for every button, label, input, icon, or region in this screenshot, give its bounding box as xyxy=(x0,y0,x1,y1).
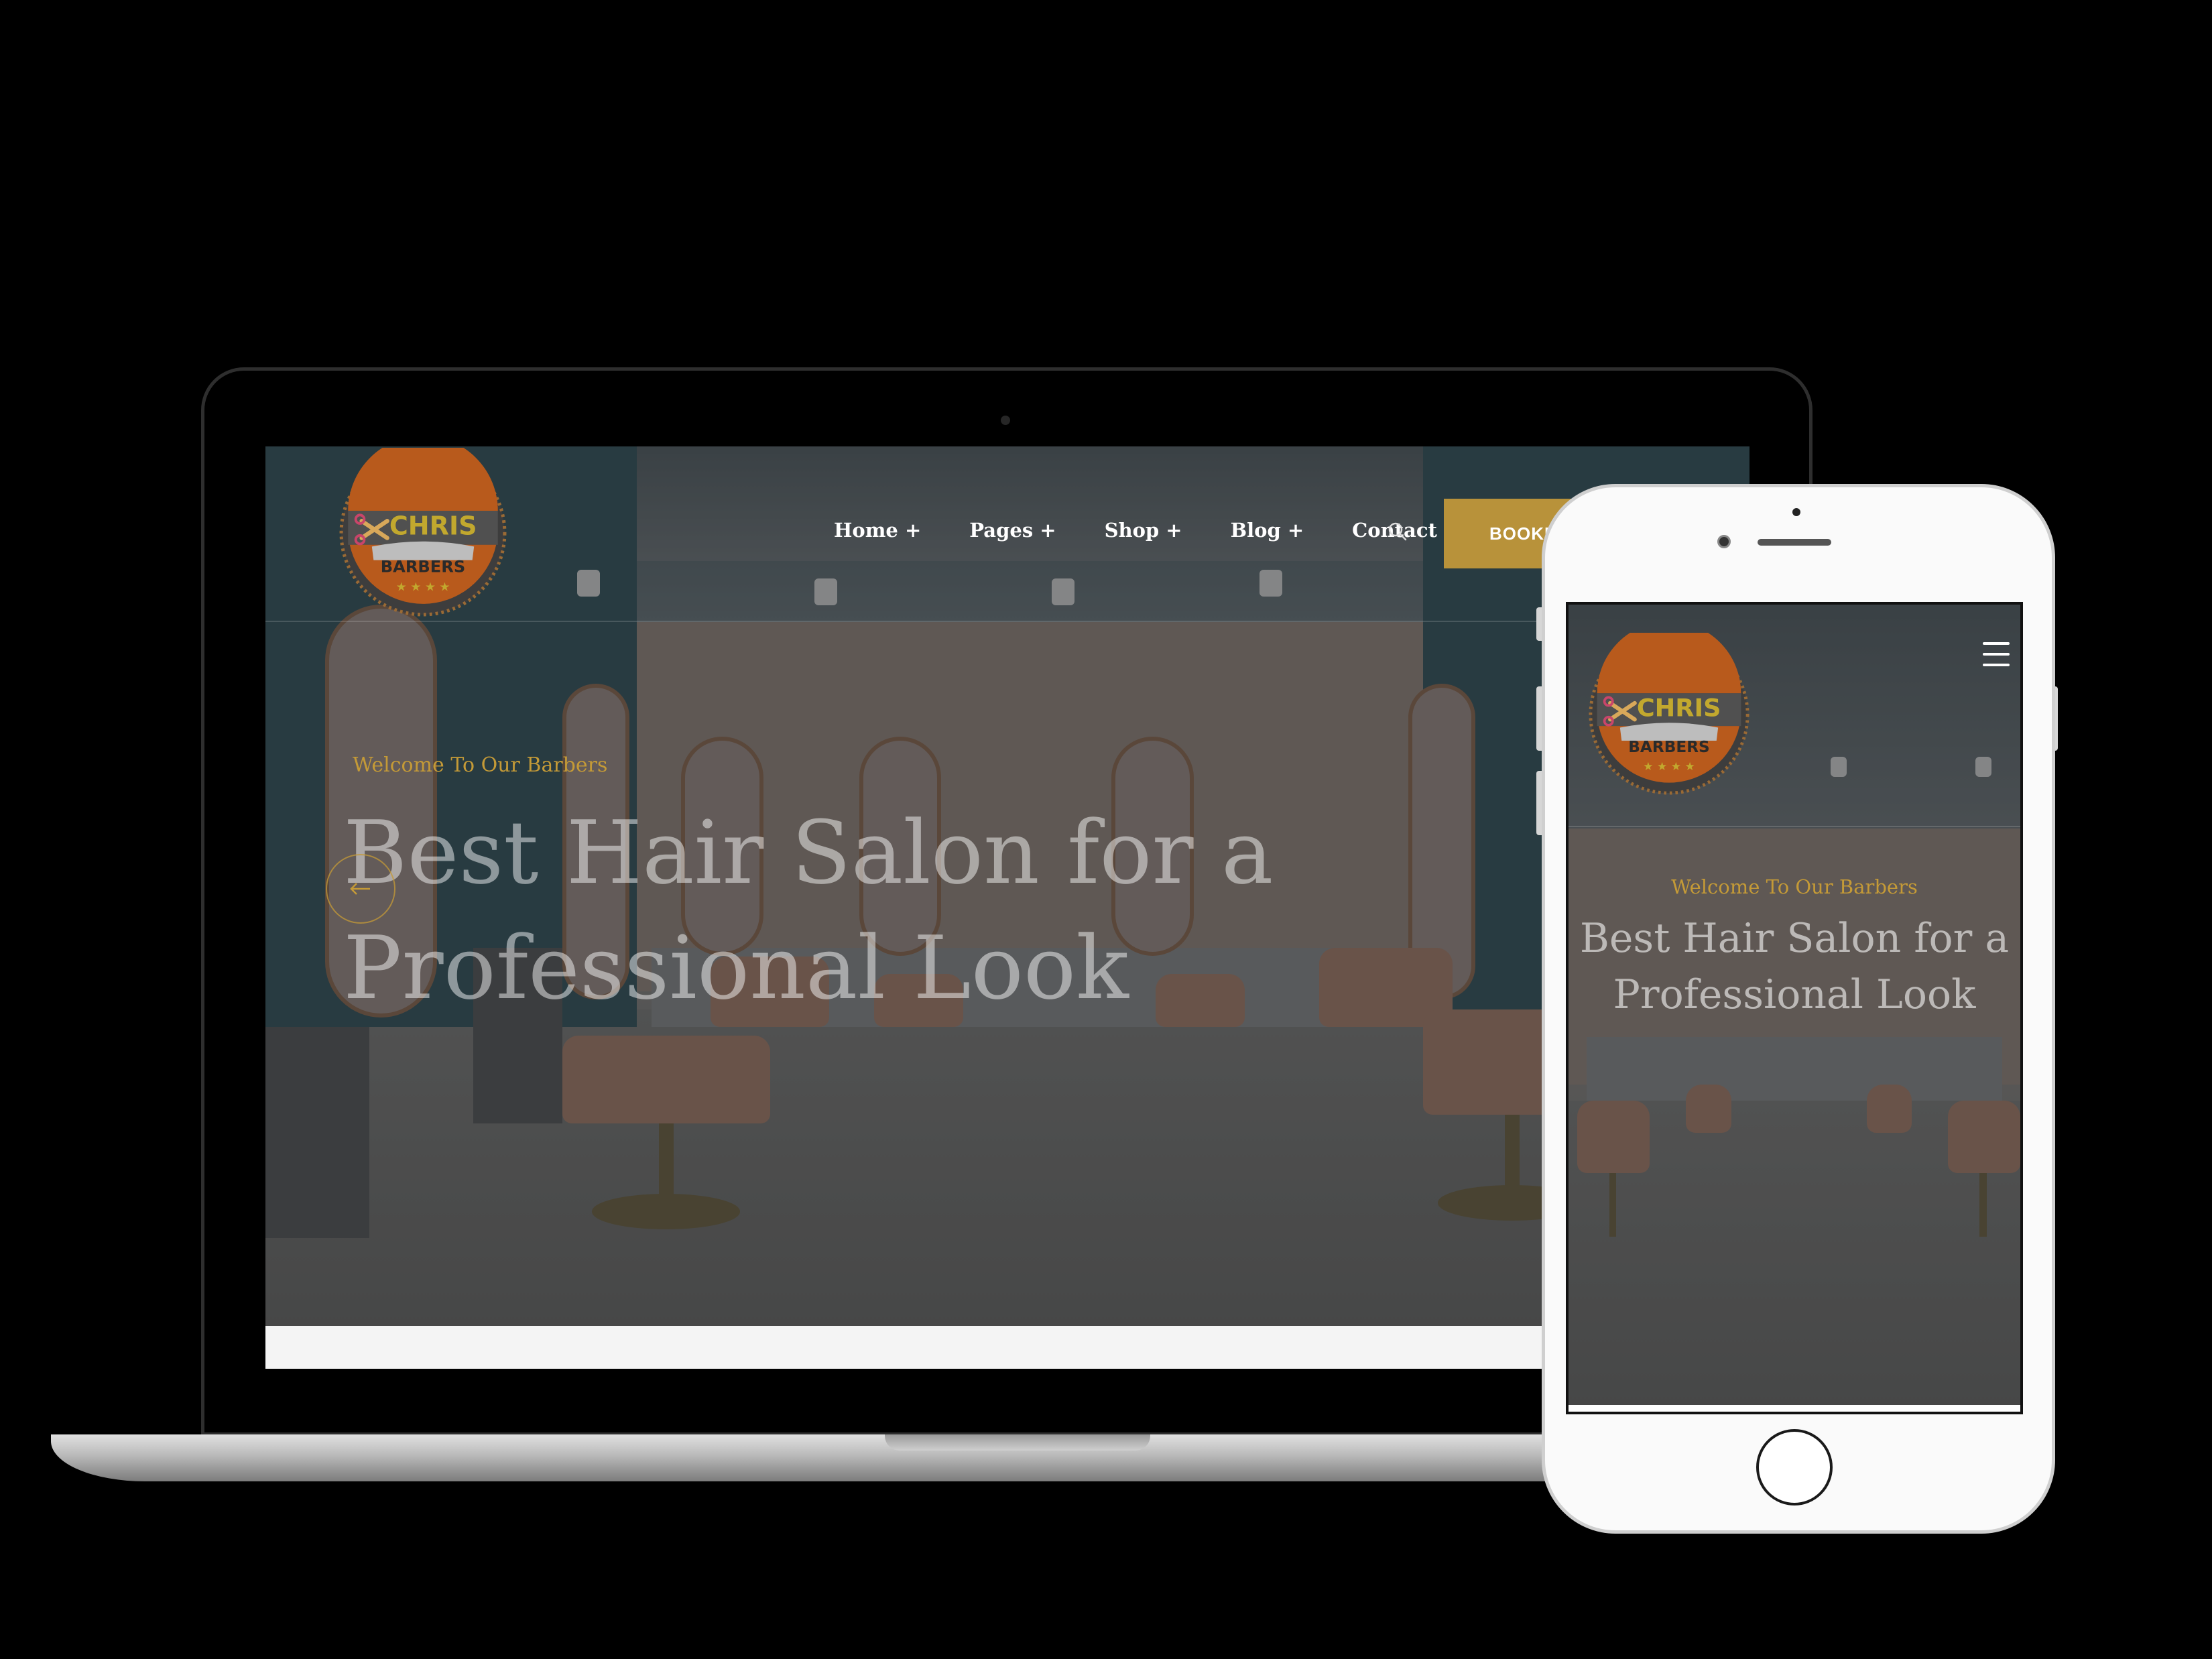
phone-camera xyxy=(1717,535,1731,548)
mobile-logo-text-chris: CHRIS xyxy=(1637,693,1721,722)
mobile-screen: CHRIS BARBERS ★ ★ ★ ★ Welcome To Our Bar… xyxy=(1566,602,2023,1414)
svg-text:★ ★ ★ ★: ★ ★ ★ ★ xyxy=(396,580,450,594)
nav-shop[interactable]: Shop + xyxy=(1105,519,1182,542)
phone-sensor xyxy=(1792,508,1800,516)
hamburger-menu-icon[interactable] xyxy=(1983,642,2010,666)
laptop-camera xyxy=(1001,416,1010,425)
mobile-header-divider xyxy=(1569,826,2020,827)
nav-blog[interactable]: Blog + xyxy=(1231,519,1304,542)
desktop-screen: CHRIS BARBERS ★ ★ ★ ★ Home + Pages + Sho… xyxy=(265,446,1749,1369)
page-below-hero xyxy=(265,1326,1749,1369)
mobile-hero-welcome-text: Welcome To Our Barbers xyxy=(1671,875,1918,898)
nav-pages[interactable]: Pages + xyxy=(969,519,1056,542)
mobile-logo-text-barbers: BARBERS xyxy=(1628,738,1709,756)
hero-welcome-text: Welcome To Our Barbers xyxy=(353,753,608,777)
slider-prev-button[interactable] xyxy=(326,854,395,924)
hero-title: Best Hair Salon for a Professional Look xyxy=(343,802,1274,1019)
mobile-chris-barbers-logo[interactable]: CHRIS BARBERS ★ ★ ★ ★ xyxy=(1587,633,1751,796)
search-icon[interactable] xyxy=(1388,521,1408,542)
nav-home[interactable]: Home + xyxy=(834,519,921,542)
arrow-left-icon xyxy=(350,883,370,895)
phone-home-button xyxy=(1756,1429,1833,1506)
phone-speaker xyxy=(1758,539,1831,546)
main-navigation: Home + Pages + Shop + Blog + Contact xyxy=(834,519,1437,542)
svg-text:★ ★ ★ ★: ★ ★ ★ ★ xyxy=(1643,760,1695,774)
header-divider xyxy=(265,621,1749,622)
logo-text-chris: CHRIS xyxy=(389,511,477,541)
logo-text-barbers: BARBERS xyxy=(381,557,465,576)
chris-barbers-logo[interactable]: CHRIS BARBERS ★ ★ ★ ★ xyxy=(338,448,508,618)
laptop-notch xyxy=(885,1434,1150,1451)
mobile-hero-title: Best Hair Salon for a Professional Look xyxy=(1579,915,2010,1018)
